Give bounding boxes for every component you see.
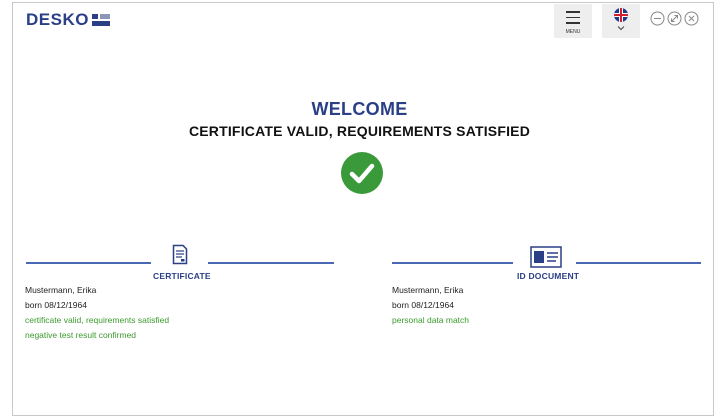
certificate-note: negative test result confirmed: [25, 330, 137, 340]
minimize-icon[interactable]: [650, 11, 665, 26]
desko-logo: DESKO: [26, 10, 110, 30]
check-circle-icon: [341, 152, 383, 194]
certificate-divider-left: [26, 262, 151, 264]
menu-label: MENU: [565, 29, 581, 35]
window-controls: [650, 11, 699, 26]
id-document-info: Mustermann, Erika born 08/12/1964 person…: [392, 283, 469, 328]
certificate-divider-right: [208, 262, 334, 264]
certificate-birth-date: born 08/12/1964: [25, 300, 87, 310]
id-card-icon: [530, 246, 562, 268]
id-divider-right: [576, 262, 701, 264]
certificate-title: CERTIFICATE: [153, 271, 211, 281]
id-note: personal data match: [392, 315, 470, 325]
certificate-note: certificate valid, requirements satisfie…: [25, 315, 170, 325]
chevron-down-icon: [617, 26, 625, 31]
resize-icon[interactable]: [667, 11, 682, 26]
certificate-holder-name: Mustermann, Erika: [25, 285, 97, 295]
status-message: CERTIFICATE VALID, REQUIREMENTS SATISFIE…: [188, 123, 531, 139]
app-window: [12, 2, 714, 416]
language-selector[interactable]: [602, 4, 640, 38]
logo-text: DESKO: [26, 10, 89, 29]
id-divider-left: [392, 262, 513, 264]
hamburger-icon: [566, 11, 580, 28]
menu-button[interactable]: MENU: [554, 4, 592, 38]
welcome-heading: WELCOME: [311, 99, 408, 119]
logo-mark-icon: [91, 14, 110, 26]
close-icon[interactable]: [684, 11, 699, 26]
id-holder-name: Mustermann, Erika: [392, 285, 464, 295]
uk-flag-icon: [614, 8, 628, 22]
certificate-info: Mustermann, Erika born 08/12/1964 certif…: [25, 283, 169, 343]
id-document-title: ID DOCUMENT: [517, 271, 580, 281]
certificate-document-icon: [172, 244, 188, 265]
id-birth-date: born 08/12/1964: [392, 300, 454, 310]
